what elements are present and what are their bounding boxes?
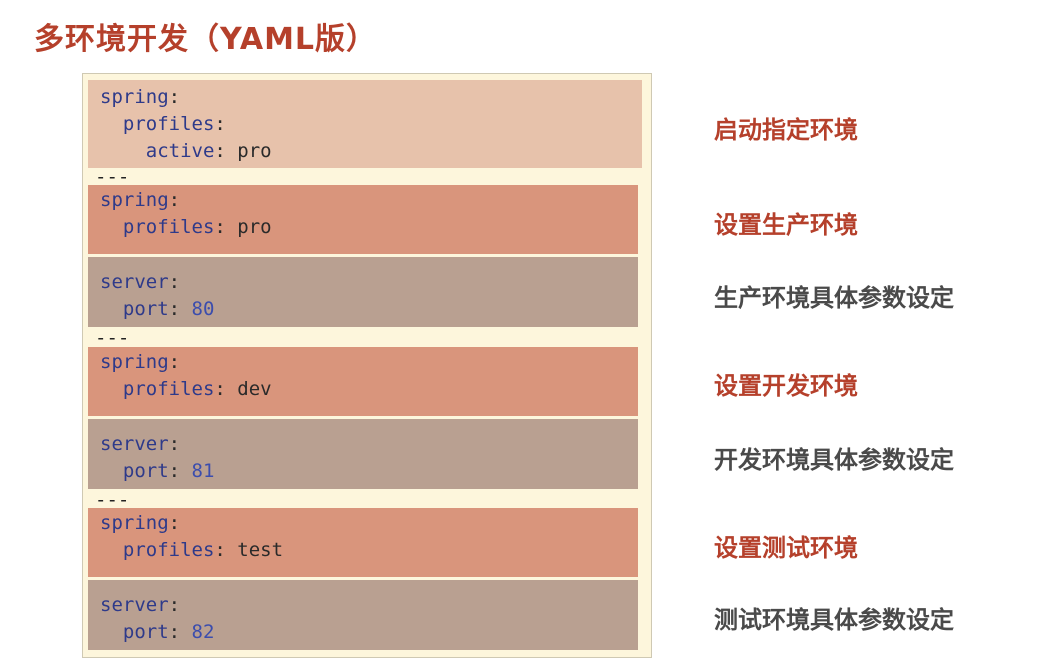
yaml-key: profiles — [122, 539, 215, 561]
label-pro-params: 生产环境具体参数设定 — [714, 284, 954, 312]
yaml-number: 80 — [191, 298, 215, 320]
document-separator: --- — [95, 166, 130, 188]
label-set-dev: 设置开发环境 — [714, 372, 858, 400]
dev-server-code: server: port: 81 — [100, 433, 215, 482]
yaml-key: server — [100, 271, 169, 293]
yaml-key: spring — [100, 189, 169, 211]
page-title: 多环境开发（YAML版） — [34, 22, 378, 57]
yaml-value: dev — [237, 378, 272, 400]
pro-profile-block: spring: profiles: pro — [88, 185, 638, 254]
label-dev-params: 开发环境具体参数设定 — [714, 446, 954, 474]
test-profile-block: spring: profiles: test — [88, 508, 638, 577]
yaml-key: server — [100, 433, 169, 455]
yaml-number: 82 — [191, 621, 215, 643]
pro-profile-code: spring: profiles: pro — [100, 189, 272, 238]
yaml-key: spring — [100, 512, 169, 534]
document-separator: --- — [95, 489, 130, 511]
test-profile-code: spring: profiles: test — [100, 512, 284, 561]
label-test-params: 测试环境具体参数设定 — [714, 606, 954, 634]
yaml-key: port — [122, 460, 169, 482]
pro-server-block: server: port: 80 — [88, 257, 638, 327]
document-separator: --- — [95, 327, 130, 349]
yaml-number: 81 — [191, 460, 215, 482]
yaml-value: pro — [237, 216, 272, 238]
test-server-code: server: port: 82 — [100, 594, 215, 643]
activate-profile-block: spring: profiles: active: pro — [88, 80, 642, 168]
test-server-block: server: port: 82 — [88, 580, 638, 650]
yaml-value: pro — [237, 140, 272, 162]
yaml-key: port — [122, 298, 169, 320]
dev-profile-block: spring: profiles: dev — [88, 347, 638, 416]
yaml-key: profiles — [122, 378, 215, 400]
label-activate: 启动指定环境 — [714, 116, 858, 144]
yaml-key: port — [122, 621, 169, 643]
yaml-key: active — [145, 140, 215, 162]
dev-server-block: server: port: 81 — [88, 419, 638, 489]
yaml-key: server — [100, 594, 169, 616]
yaml-code-panel: spring: profiles: active: pro --- spring… — [82, 73, 652, 658]
yaml-key: profiles — [122, 113, 215, 135]
label-set-pro: 设置生产环境 — [714, 211, 858, 239]
yaml-key: spring — [100, 351, 169, 373]
yaml-value: test — [237, 539, 284, 561]
yaml-key: spring — [100, 86, 169, 108]
label-set-test: 设置测试环境 — [714, 534, 858, 562]
activate-code: spring: profiles: active: pro — [100, 86, 272, 162]
dev-profile-code: spring: profiles: dev — [100, 351, 272, 400]
yaml-key: profiles — [122, 216, 215, 238]
pro-server-code: server: port: 80 — [100, 271, 215, 320]
